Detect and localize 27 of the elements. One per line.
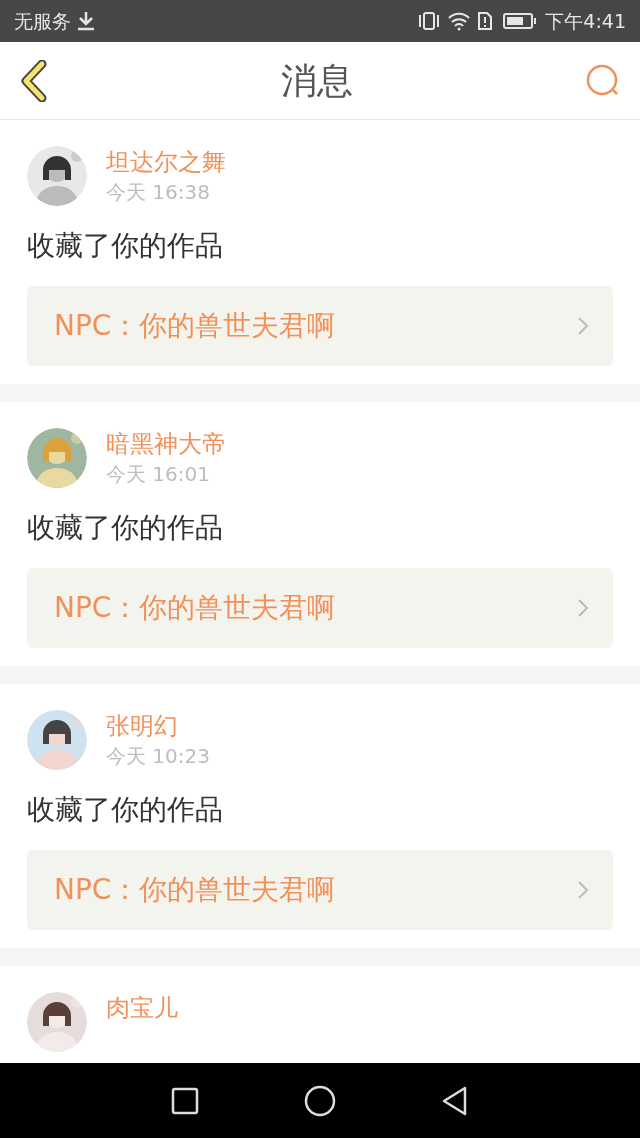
- chevron-right-icon: [577, 880, 589, 900]
- battery-icon: [503, 12, 538, 30]
- download-icon: [77, 11, 95, 31]
- work-link[interactable]: NPC：你的兽世夫君啊: [27, 286, 613, 366]
- home-button[interactable]: [304, 1084, 336, 1117]
- page-title: 消息: [281, 58, 353, 103]
- user-name[interactable]: 张明幻: [106, 710, 210, 742]
- user-name[interactable]: 坦达尔之舞: [106, 146, 226, 178]
- message-time: 今天 10:23: [106, 743, 210, 770]
- user-name[interactable]: 暗黑神大帝: [106, 428, 226, 460]
- work-link[interactable]: NPC：你的兽世夫君啊: [27, 568, 613, 648]
- chevron-right-icon: [577, 316, 589, 336]
- message-text: 收藏了你的作品: [27, 510, 224, 546]
- sim-alert-icon: [477, 11, 494, 31]
- back-nav-button[interactable]: [441, 1085, 469, 1116]
- message-time: 今天 16:01: [106, 461, 211, 488]
- message-text: 收藏了你的作品: [27, 792, 224, 828]
- wifi-icon: [447, 11, 472, 31]
- message-text: 收藏了你的作品: [27, 228, 224, 264]
- carrier-label: 无服务: [14, 8, 71, 34]
- chevron-right-icon: [577, 598, 589, 618]
- user-name[interactable]: 肉宝儿: [106, 992, 178, 1024]
- message-time: 今天 16:38: [106, 179, 211, 206]
- recent-apps-button[interactable]: [171, 1086, 199, 1115]
- vibrate-icon: [417, 11, 442, 31]
- clock-label: 下午4:41: [545, 8, 626, 34]
- work-link[interactable]: NPC：你的兽世夫君啊: [27, 850, 613, 930]
